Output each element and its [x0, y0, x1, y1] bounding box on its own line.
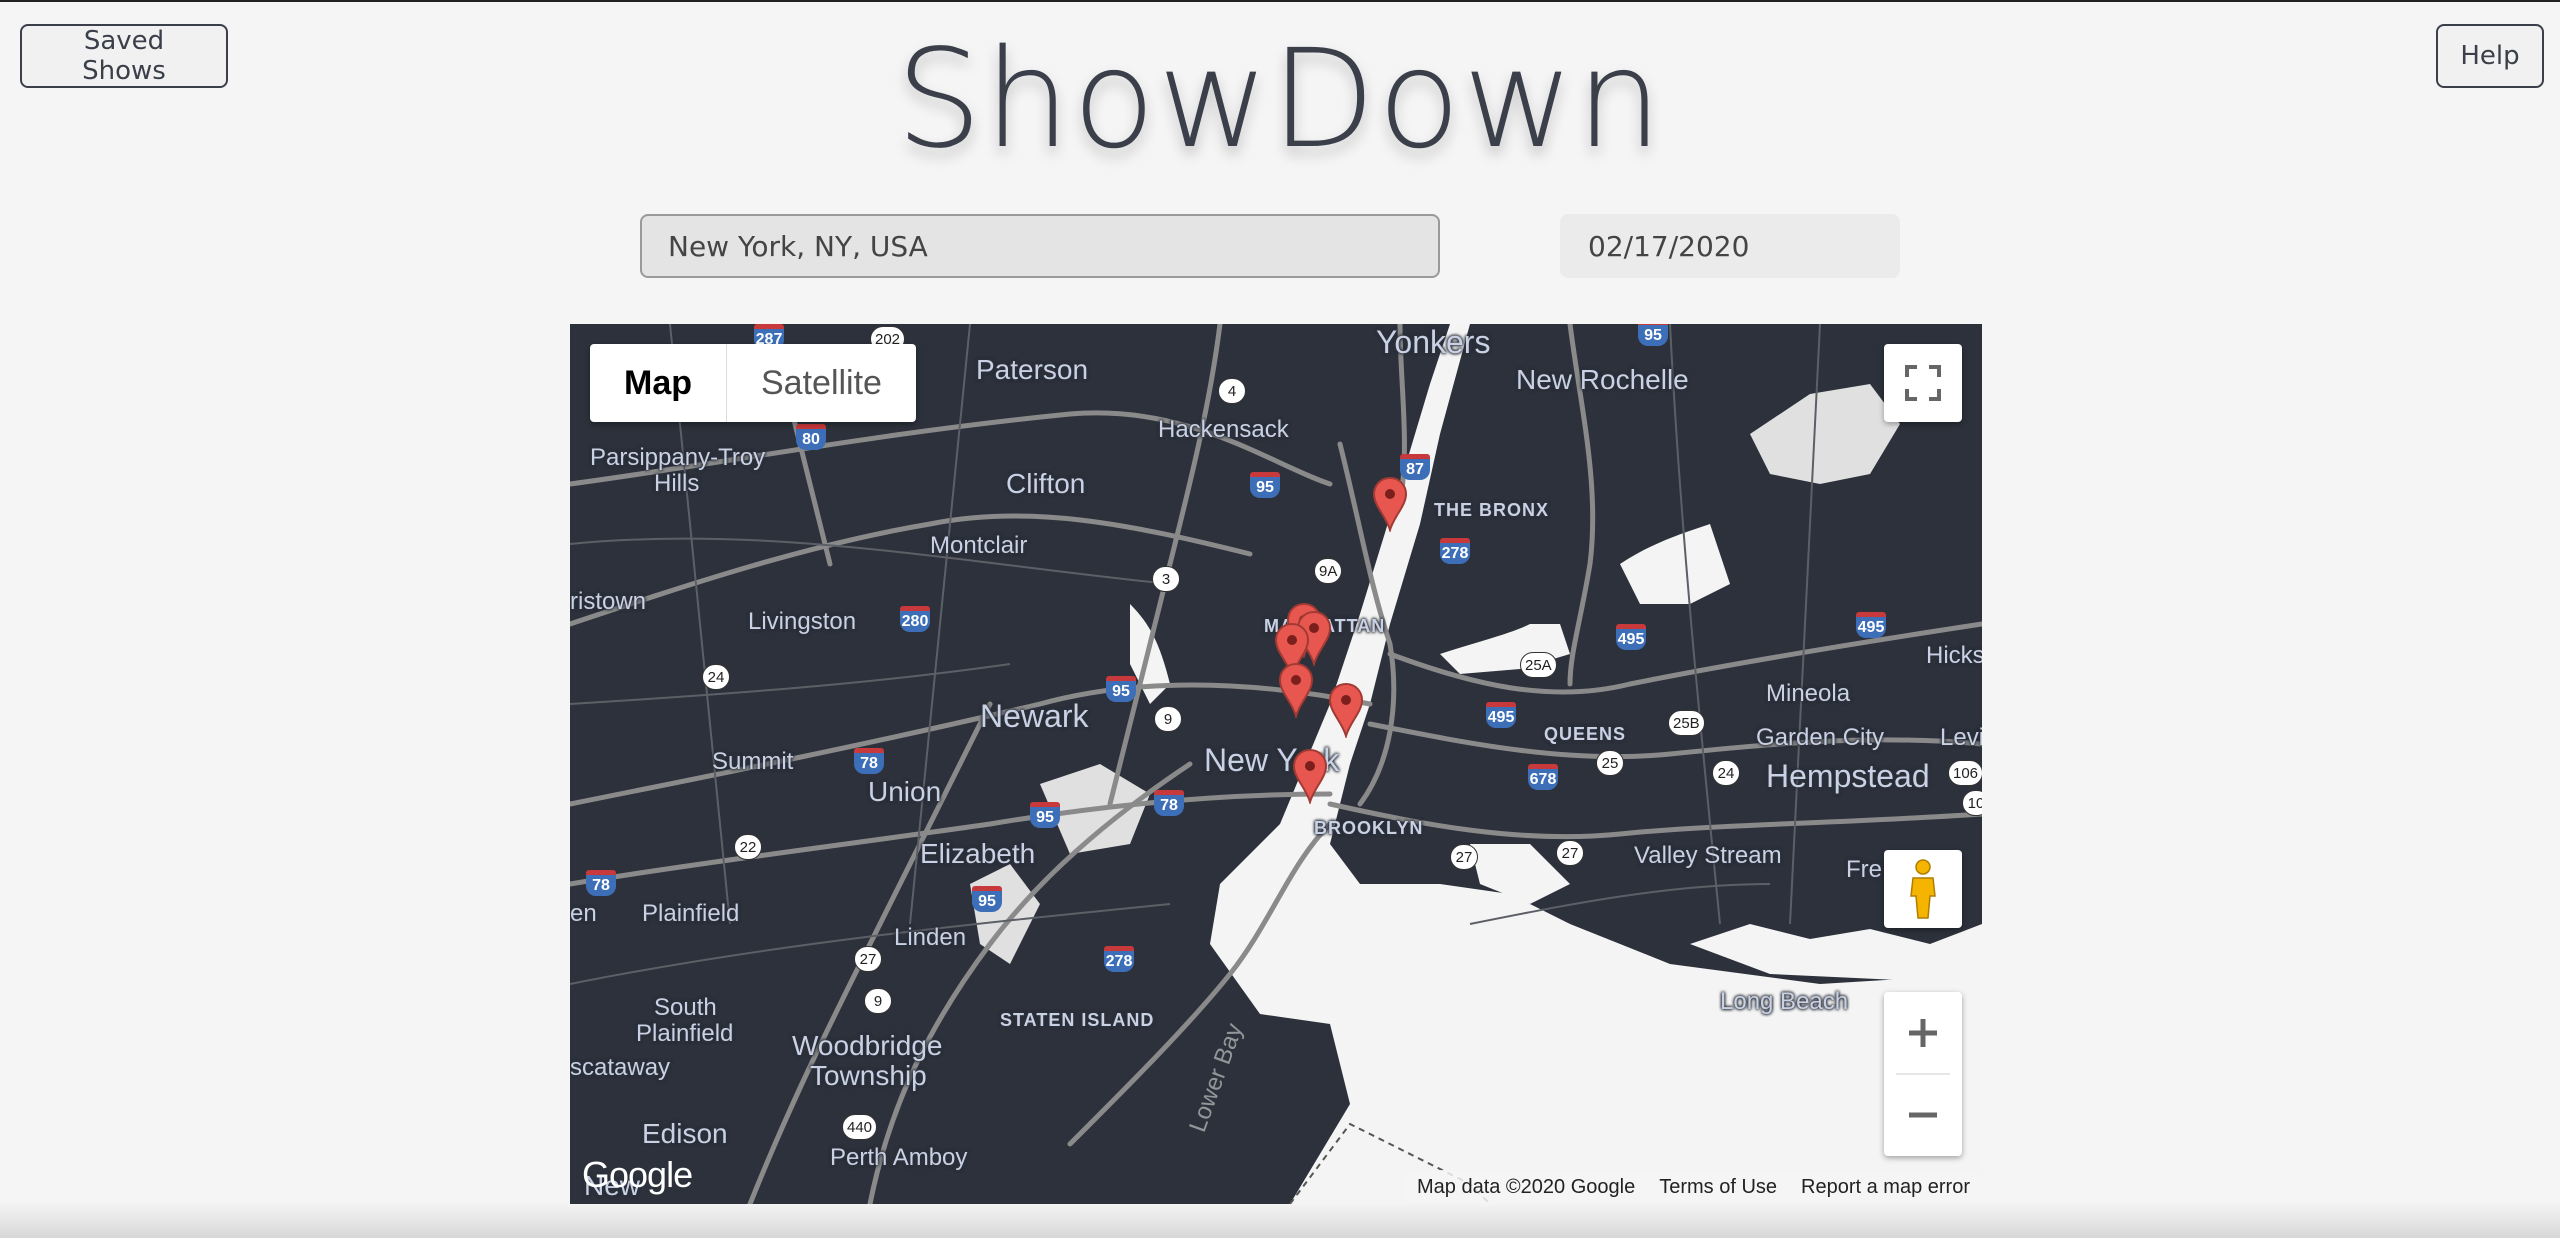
interstate-shield: 80: [796, 424, 826, 450]
label-south-plainfield: South: [654, 994, 717, 1021]
zoom-out-button[interactable]: [1884, 1074, 1962, 1156]
label-levi: Levi: [1940, 724, 1982, 751]
interstate-shield: 78: [1154, 790, 1184, 816]
route-marker: 25: [1596, 750, 1624, 776]
label-paterson: Paterson: [976, 354, 1089, 385]
route-marker: 27: [1450, 844, 1478, 870]
interstate-shield: 95: [1250, 472, 1280, 498]
label-union: Union: [868, 776, 942, 807]
route-marker: 24: [702, 664, 730, 690]
date-input[interactable]: [1560, 214, 1900, 278]
interstate-shield: 495: [1616, 624, 1646, 650]
label-new-rochelle: New Rochelle: [1516, 364, 1689, 395]
location-input[interactable]: [640, 214, 1440, 278]
route-marker: 25B: [1668, 710, 1705, 736]
label-scataway: scataway: [570, 1054, 671, 1081]
minus-icon: [1909, 1112, 1937, 1118]
map-type-map-button[interactable]: Map: [590, 344, 726, 422]
label-perth-amboy: Perth Amboy: [830, 1144, 968, 1171]
route-marker: 9A: [1314, 558, 1343, 584]
interstate-shield: 280: [900, 606, 930, 632]
label-clifton: Clifton: [1006, 468, 1086, 499]
label-summit: Summit: [712, 748, 794, 775]
label-brooklyn: BROOKLYN: [1314, 818, 1424, 838]
show-pin[interactable]: [1292, 748, 1328, 804]
map-type-control: Map Satellite: [590, 344, 916, 422]
street-view-button[interactable]: [1884, 850, 1962, 928]
label-en: en: [570, 900, 597, 927]
label-parsippany-2: Hills: [654, 470, 700, 497]
label-elizabeth: Elizabeth: [920, 838, 1036, 869]
interstate-shield: 495: [1856, 612, 1886, 638]
interstate-shield: 278: [1104, 946, 1134, 972]
route-marker: 10: [1962, 790, 1982, 816]
route-marker: 4: [1218, 378, 1246, 404]
report-map-error-link[interactable]: Report a map error: [1801, 1176, 1970, 1199]
show-pin[interactable]: [1328, 682, 1364, 738]
interstate-shield: 278: [1440, 538, 1470, 564]
zoom-control: [1884, 992, 1962, 1156]
fullscreen-icon: [1905, 365, 1941, 401]
terms-of-use-link[interactable]: Terms of Use: [1659, 1176, 1777, 1199]
label-long-beach: Long Beach: [1720, 988, 1849, 1015]
help-button[interactable]: Help: [2436, 24, 2544, 88]
fullscreen-button[interactable]: [1884, 344, 1962, 422]
label-ristown: ristown: [570, 588, 647, 615]
route-marker: 3: [1152, 566, 1180, 592]
label-mineola: Mineola: [1766, 680, 1851, 707]
label-the-bronx: THE BRONX: [1434, 500, 1550, 520]
show-pin[interactable]: [1278, 662, 1314, 718]
zoom-divider: [1896, 1073, 1950, 1075]
label-woodbridge: Woodbridge: [792, 1030, 943, 1061]
interstate-shield: 95: [1030, 802, 1060, 828]
label-south-plainfield-2: Plainfield: [636, 1020, 734, 1047]
label-township: Township: [810, 1060, 927, 1091]
map-data-text: Map data ©2020 Google: [1416, 1175, 1636, 1198]
label-hicks: Hicks: [1926, 642, 1982, 669]
page-title: ShowDown: [895, 21, 1665, 179]
route-marker: 9: [864, 988, 892, 1014]
map-attribution: Map data ©2020 Google Terms of Use Repor…: [1404, 1170, 1982, 1204]
route-marker: 440: [842, 1114, 878, 1140]
label-staten-island: STATEN ISLAND: [1000, 1010, 1155, 1030]
zoom-in-button[interactable]: [1884, 992, 1962, 1074]
route-marker: 106: [1948, 760, 1982, 786]
interstate-shield: 495: [1486, 702, 1516, 728]
label-fre: Fre: [1846, 856, 1882, 883]
label-edison: Edison: [642, 1118, 728, 1149]
interstate-shield: 78: [854, 748, 884, 774]
label-plainfield: Plainfield: [642, 900, 740, 927]
route-marker: 27: [854, 946, 882, 972]
label-linden: Linden: [894, 924, 967, 951]
interstate-shield: 678: [1528, 764, 1558, 790]
map[interactable]: Yonkers New Rochelle Paterson Hackensack…: [570, 324, 1982, 1204]
label-hempstead: Hempstead: [1766, 758, 1930, 794]
label-montclair: Montclair: [930, 532, 1028, 559]
pegman-icon: [1910, 859, 1936, 919]
interstate-shield: 95: [1106, 676, 1136, 702]
label-garden-city: Garden City: [1756, 724, 1885, 751]
label-yonkers: Yonkers: [1376, 324, 1491, 360]
route-marker: 25A: [1520, 652, 1557, 678]
google-logo[interactable]: Google: [582, 1154, 693, 1196]
route-marker: 24: [1712, 760, 1740, 786]
label-newark: Newark: [980, 698, 1089, 734]
interstate-shield: 78: [586, 870, 616, 896]
label-livingston: Livingston: [748, 608, 857, 635]
label-valley-stream: Valley Stream: [1634, 842, 1782, 869]
label-hackensack: Hackensack: [1158, 416, 1289, 443]
label-parsippany: Parsippany-Troy: [590, 444, 766, 471]
route-marker: 27: [1556, 840, 1584, 866]
map-type-satellite-button[interactable]: Satellite: [726, 344, 916, 422]
route-marker: 22: [734, 834, 762, 860]
show-pin[interactable]: [1372, 476, 1408, 532]
bottom-shadow: [0, 1202, 2560, 1238]
interstate-shield: 95: [972, 886, 1002, 912]
plus-icon: [1909, 1019, 1937, 1047]
interstate-shield: 95: [1638, 324, 1668, 346]
label-queens: QUEENS: [1544, 724, 1627, 744]
route-marker: 9: [1154, 706, 1182, 732]
